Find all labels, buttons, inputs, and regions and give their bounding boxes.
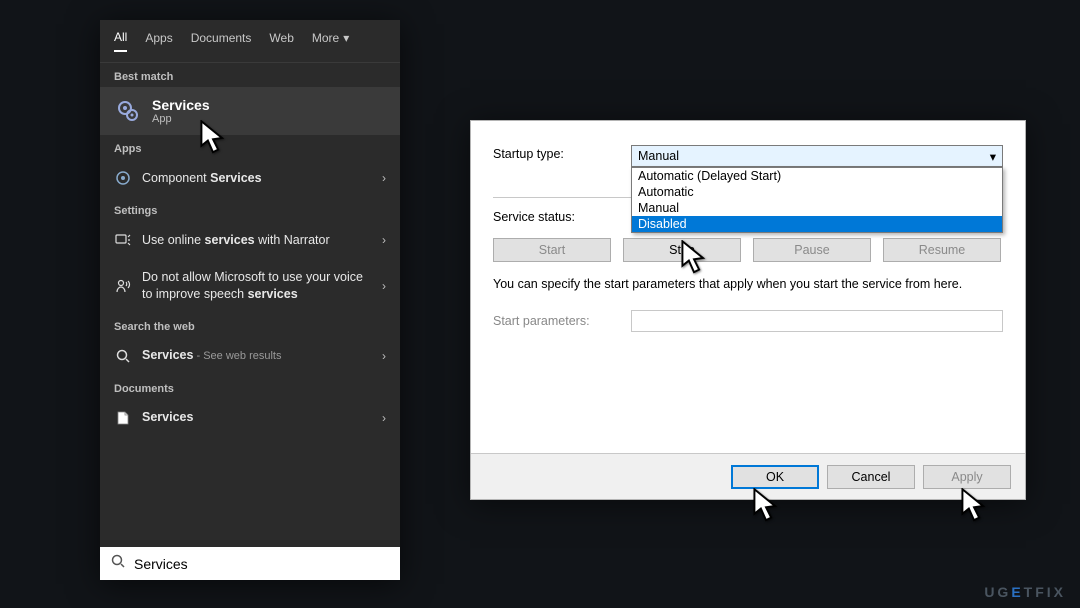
web-result-item[interactable]: Services - See web results ›: [100, 337, 400, 375]
document-item-services[interactable]: Services ›: [100, 399, 400, 437]
web-header: Search the web: [100, 313, 400, 337]
chevron-right-icon: ›: [382, 279, 386, 293]
tab-apps[interactable]: Apps: [145, 31, 172, 51]
search-input[interactable]: [134, 556, 390, 572]
start-menu-panel: All Apps Documents Web More ▾ Best match…: [100, 20, 400, 580]
speech-icon: [114, 277, 132, 295]
narrator-icon: [114, 231, 132, 249]
search-box[interactable]: [100, 547, 400, 580]
search-icon: [110, 553, 126, 574]
combo-option-automatic-delayed[interactable]: Automatic (Delayed Start): [632, 168, 1002, 184]
start-parameters-input: [631, 310, 1003, 332]
app-item-component-services[interactable]: Component Services ›: [100, 159, 400, 197]
combo-option-manual[interactable]: Manual: [632, 200, 1002, 216]
pause-button[interactable]: Pause: [753, 238, 871, 262]
component-services-icon: [114, 169, 132, 187]
settings-header: Settings: [100, 197, 400, 221]
tab-more[interactable]: More ▾: [312, 31, 349, 51]
setting-item-narrator[interactable]: Use online services with Narrator ›: [100, 221, 400, 259]
tab-web[interactable]: Web: [269, 31, 293, 51]
chevron-down-icon: ▾: [990, 149, 996, 164]
apps-header: Apps: [100, 135, 400, 159]
apply-button[interactable]: Apply: [923, 465, 1011, 489]
parameters-hint: You can specify the start parameters tha…: [493, 276, 1003, 294]
combo-option-automatic[interactable]: Automatic: [632, 184, 1002, 200]
startup-type-combo[interactable]: Manual ▾ Automatic (Delayed Start) Autom…: [631, 145, 1003, 167]
best-match-title: Services: [152, 97, 210, 113]
best-match-subtitle: App: [152, 113, 210, 125]
chevron-right-icon: ›: [382, 349, 386, 363]
tab-all[interactable]: All: [114, 30, 127, 52]
start-tabs: All Apps Documents Web More ▾: [100, 20, 400, 63]
cancel-button[interactable]: Cancel: [827, 465, 915, 489]
ok-button[interactable]: OK: [731, 465, 819, 489]
combo-option-disabled[interactable]: Disabled: [632, 216, 1002, 232]
best-match-header: Best match: [100, 63, 400, 87]
documents-header: Documents: [100, 375, 400, 399]
chevron-down-icon: ▾: [343, 31, 349, 45]
best-match-item[interactable]: Services App: [100, 87, 400, 135]
tab-documents[interactable]: Documents: [191, 31, 252, 51]
chevron-right-icon: ›: [382, 411, 386, 425]
start-parameters-label: Start parameters:: [493, 314, 619, 328]
start-button[interactable]: Start: [493, 238, 611, 262]
startup-type-dropdown: Automatic (Delayed Start) Automatic Manu…: [631, 167, 1003, 233]
document-icon: [114, 409, 132, 427]
resume-button[interactable]: Resume: [883, 238, 1001, 262]
watermark: UGETFIX: [984, 584, 1066, 600]
startup-type-label: Startup type:: [493, 145, 619, 161]
chevron-right-icon: ›: [382, 233, 386, 247]
chevron-right-icon: ›: [382, 171, 386, 185]
search-icon: [114, 347, 132, 365]
stop-button[interactable]: Stop: [623, 238, 741, 262]
dialog-footer: OK Cancel Apply: [471, 453, 1025, 499]
service-properties-dialog: Startup type: Manual ▾ Automatic (Delaye…: [470, 120, 1026, 500]
setting-item-speech[interactable]: Do not allow Microsoft to use your voice…: [100, 259, 400, 313]
services-gear-icon: [114, 97, 142, 125]
service-status-label: Service status:: [493, 210, 619, 224]
